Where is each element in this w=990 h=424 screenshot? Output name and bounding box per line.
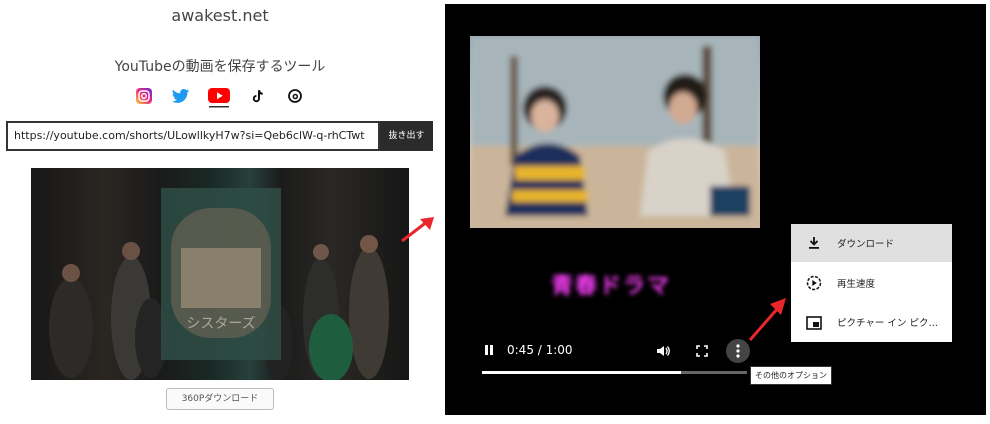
progress-fill [482,371,681,374]
svg-text:シスターズ: シスターズ [186,316,255,332]
youtube-icon[interactable] [207,86,231,108]
menu-item-picture-in-picture[interactable]: ピクチャー イン ピク… [791,303,952,341]
video-caption: 青春ドラマ [551,274,672,299]
fullscreen-icon[interactable] [696,345,708,360]
menu-item-download[interactable]: ダウンロード [791,224,952,262]
video-player[interactable]: 青春ドラマ 0:45 / 1:00 [445,4,986,415]
menu-item-playback-speed[interactable]: 再生速度 [791,264,952,302]
url-input[interactable]: https://youtube.com/shorts/ULowllkyH7w?s… [6,121,380,151]
menu-item-label: ダウンロード [837,239,895,250]
playback-speed-icon [806,275,822,295]
options-menu: ダウンロード 再生速度 ピクチャー イン ピク… [791,224,952,342]
red-arrow-icon [748,298,786,341]
progress-bar[interactable] [482,371,747,374]
video-frame [470,36,760,228]
video-thumbnail: シスターズ [31,168,409,380]
volume-icon[interactable] [656,344,670,361]
pause-icon[interactable] [483,344,495,359]
download-icon [807,235,821,254]
instagram-icon[interactable] [136,88,152,104]
extract-button[interactable]: 抜き出す [380,121,433,151]
menu-item-label: ピクチャー イン ピク… [837,318,938,329]
menu-item-label: 再生速度 [837,279,876,290]
time-display: 0:45 / 1:00 [507,343,573,357]
tool-title: YouTubeの動画を保存するツール [114,59,326,75]
twitter-icon[interactable] [172,88,189,104]
site-title: awakest.net [171,6,269,25]
more-options-tooltip: その他のオプション [750,366,832,385]
red-arrow-icon [401,217,434,243]
picture-in-picture-icon [806,315,822,334]
download-360p-button[interactable]: 360Pダウンロード [166,388,274,410]
tiktok-icon[interactable] [249,88,265,104]
threads-icon[interactable] [287,88,303,104]
